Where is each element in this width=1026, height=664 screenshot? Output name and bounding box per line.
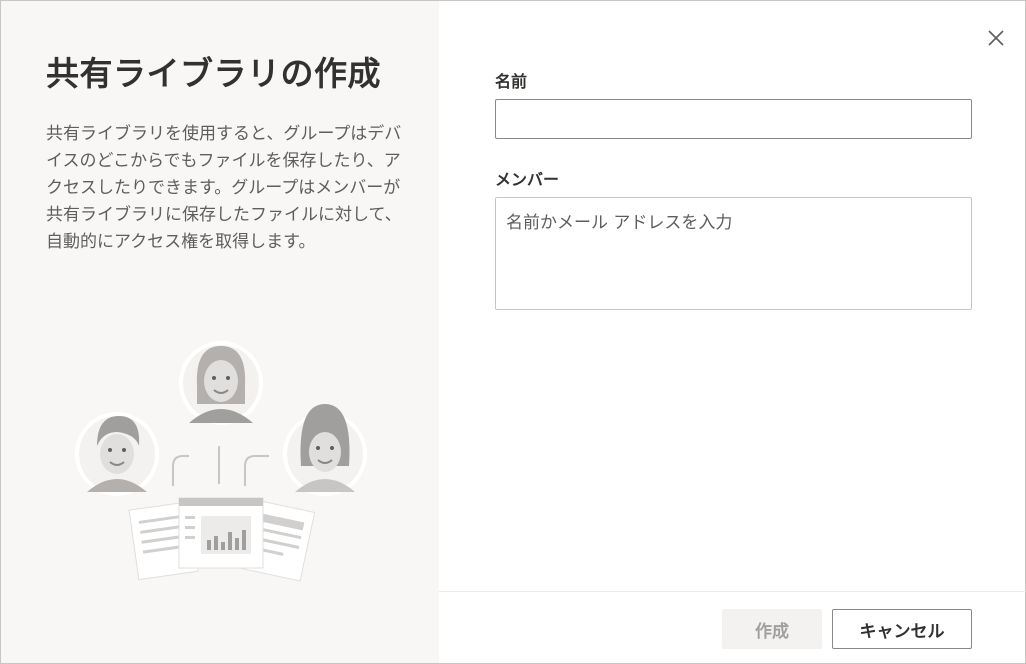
close-icon (988, 30, 1004, 46)
members-label: メンバー (495, 170, 560, 189)
person-top-avatar (179, 341, 263, 425)
cancel-button[interactable]: キャンセル (832, 609, 972, 649)
create-shared-library-dialog: 共有ライブラリの作成 共有ライブラリを使用すると、グループはデバイスのどこからで… (0, 0, 1026, 664)
close-button[interactable] (981, 23, 1011, 53)
info-panel: 共有ライブラリの作成 共有ライブラリを使用すると、グループはデバイスのどこからで… (1, 1, 439, 663)
person-left-avatar (75, 412, 159, 496)
create-button[interactable]: 作成 (722, 609, 822, 649)
name-input[interactable] (495, 99, 972, 139)
name-label: 名前 (495, 72, 528, 91)
person-right-avatar (283, 404, 367, 496)
documents-stack (128, 497, 316, 582)
dialog-description: 共有ライブラリを使用すると、グループはデバイスのどこからでもファイルを保存したり… (46, 124, 402, 252)
dialog-title: 共有ライブラリの作成 (46, 54, 381, 93)
members-input[interactable] (495, 197, 972, 310)
footer-divider (439, 591, 1026, 592)
people-sharing-files-illustration (75, 341, 367, 582)
